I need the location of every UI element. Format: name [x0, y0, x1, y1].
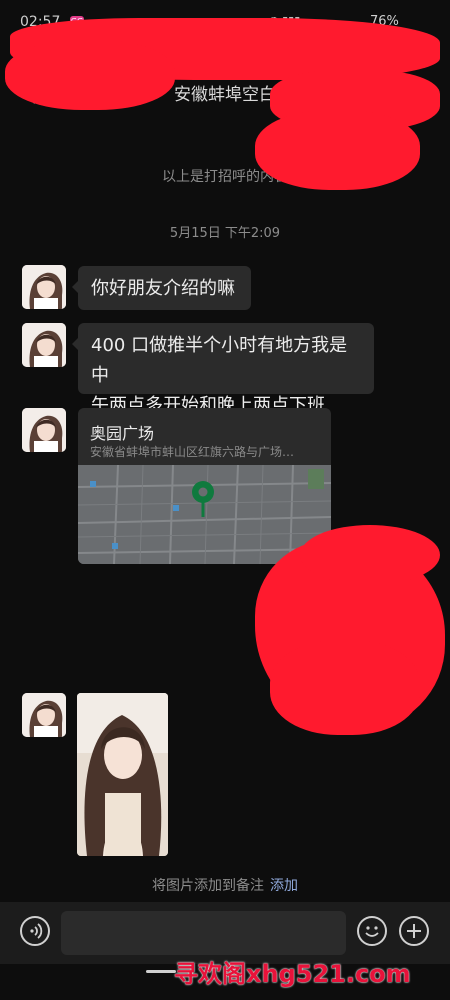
watermark-text: 寻欢阁xhg521.com — [174, 960, 411, 988]
redaction-mark — [5, 40, 175, 110]
message-text: 你好朋友介绍的嘛 — [91, 278, 235, 299]
photo-note-notice: 将图片添加到备注 添加 — [0, 875, 450, 895]
home-indicator — [146, 970, 176, 973]
contact-avatar[interactable] — [22, 323, 66, 367]
message-bubble[interactable]: 你好朋友介绍的嘛 — [72, 266, 251, 310]
contact-avatar[interactable] — [22, 408, 66, 452]
location-title: 奥园广场 — [90, 424, 155, 443]
plus-icon[interactable] — [399, 916, 429, 946]
message-input[interactable] — [61, 911, 346, 955]
add-note-link[interactable]: 添加 — [270, 878, 298, 894]
message-text-line: 400 口做推半个小时有地方我是中 — [91, 335, 348, 386]
voice-icon[interactable] — [20, 916, 50, 946]
message-bubble[interactable]: 400 口做推半个小时有地方我是中 午两点多开始和晚上两点下班 — [72, 323, 374, 416]
redaction-mark — [255, 110, 420, 190]
photo-message[interactable] — [77, 693, 168, 856]
location-card[interactable]: 奥园广场 安徽省蚌埠市蚌山区红旗六路与广场… — [78, 408, 331, 564]
redaction-mark — [300, 525, 440, 585]
contact-avatar[interactable] — [22, 693, 66, 737]
message-timestamp: 5月15日 下午2:09 — [169, 226, 281, 241]
photo-note-text: 将图片添加到备注 — [152, 878, 264, 894]
redaction-mark — [270, 640, 420, 735]
emoji-icon[interactable] — [357, 916, 387, 946]
contact-avatar[interactable] — [22, 265, 66, 309]
location-address: 安徽省蚌埠市蚌山区红旗六路与广场… — [90, 445, 295, 459]
